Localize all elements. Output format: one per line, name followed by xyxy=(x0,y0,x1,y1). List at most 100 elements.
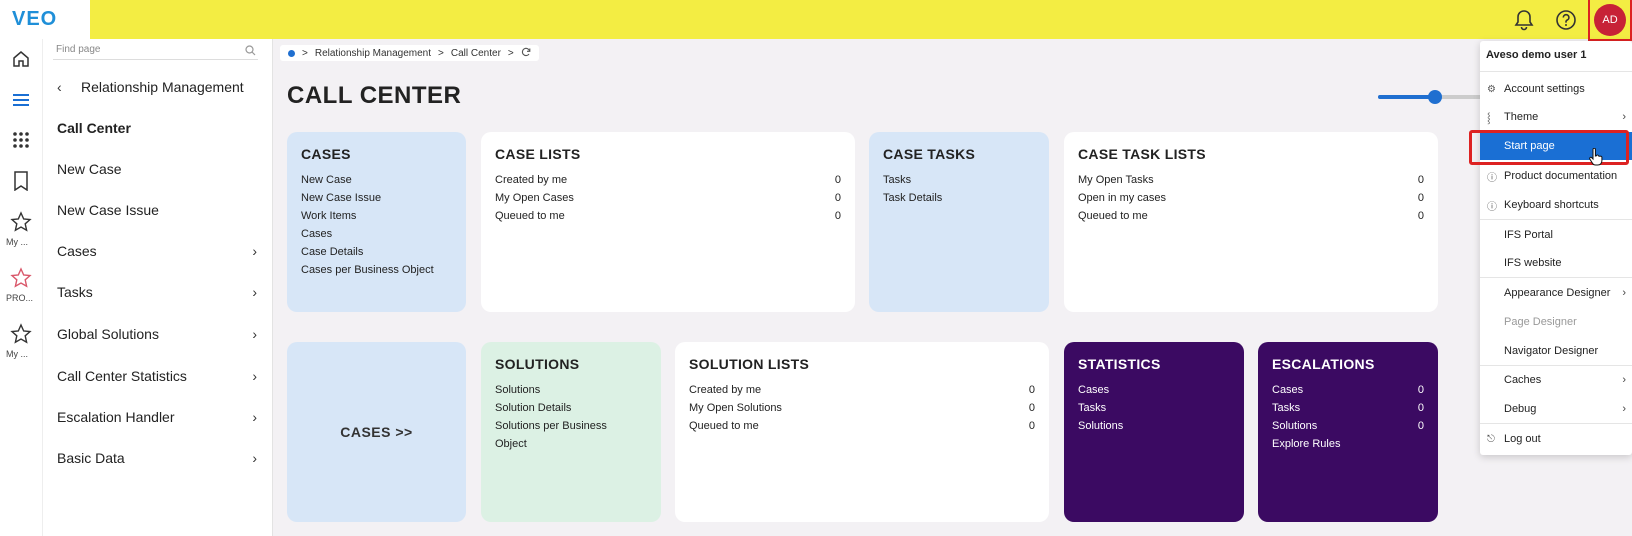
refresh-icon[interactable] xyxy=(521,47,531,60)
nav-item-label: Call Center Statistics xyxy=(57,368,187,384)
help-icon[interactable] xyxy=(1553,7,1579,33)
home-dot-icon[interactable] xyxy=(288,49,295,57)
tile-cases-link[interactable]: CASES >> xyxy=(287,342,466,522)
menu-user-name: Aveso demo user 1 xyxy=(1486,49,1587,61)
menu-item-product-documentation[interactable]: ⓘ Product documentation xyxy=(1480,162,1632,190)
zoom-slider[interactable] xyxy=(1378,90,1482,104)
tile-link[interactable]: New Case xyxy=(301,171,452,189)
tile-row[interactable]: My Open Solutions 0 xyxy=(689,399,1035,417)
star-icon xyxy=(10,211,32,232)
tile-link[interactable]: New Case Issue xyxy=(301,189,452,207)
chevron-left-icon: ‹ xyxy=(57,79,62,95)
tile-link[interactable]: Cases per Business Object xyxy=(301,261,452,279)
tile-row[interactable]: Queued to me 0 xyxy=(1078,207,1424,225)
tile-link[interactable]: Solutions xyxy=(495,381,647,399)
breadcrumb-item[interactable]: Call Center xyxy=(451,48,501,59)
menu-item-ifs-website[interactable]: IFS website xyxy=(1480,249,1632,277)
breadcrumb: > Relationship Management > Call Center … xyxy=(280,45,539,61)
slider-fill xyxy=(1378,95,1436,99)
menu-item-account-settings[interactable]: ⚙ Account settings xyxy=(1480,75,1632,103)
menu-item-log-out[interactable]: ⎋ Log out xyxy=(1480,425,1632,453)
divider xyxy=(1480,423,1632,424)
tile-row[interactable]: Queued to me 0 xyxy=(495,207,841,225)
tile-link[interactable]: Solutions xyxy=(1078,417,1230,435)
nav-item-basic-data[interactable]: Basic Data › xyxy=(57,450,257,466)
menu-icon[interactable] xyxy=(0,90,42,110)
icon-rail: My ... PRO... My ... xyxy=(0,39,42,536)
nav-item-label: Global Solutions xyxy=(57,326,159,342)
favorite-pro-item[interactable]: PRO... xyxy=(0,267,42,303)
slider-handle[interactable] xyxy=(1428,90,1443,104)
tile-link[interactable]: Case Details xyxy=(301,243,452,261)
tile-title: STATISTICS xyxy=(1078,356,1161,372)
breadcrumb-separator: > xyxy=(438,47,444,59)
tile-link[interactable]: Cases xyxy=(1078,381,1230,399)
tile-link[interactable]: Tasks xyxy=(883,171,1035,189)
favorite-my-item[interactable]: My ... xyxy=(0,211,42,247)
user-avatar-button[interactable]: AD xyxy=(1588,0,1632,41)
nav-item-label: Cases xyxy=(57,243,97,259)
tile-row[interactable]: Created by me 0 xyxy=(689,381,1035,399)
tile-link[interactable]: Solution Details xyxy=(495,399,647,417)
tile-row[interactable]: My Open Tasks 0 xyxy=(1078,171,1424,189)
tile-row[interactable]: Created by me 0 xyxy=(495,171,841,189)
tile-case-lists: CASE LISTS Created by me 0 My Open Cases 0… xyxy=(481,132,855,312)
logout-icon: ⎋ xyxy=(1487,433,1495,445)
menu-item-ifs-portal[interactable]: IFS Portal xyxy=(1480,221,1632,249)
menu-item-debug[interactable]: Debug › xyxy=(1480,395,1632,423)
nav-item-label: New Case xyxy=(57,161,122,177)
user-menu: Aveso demo user 1 ⚙ Account settings ⸾ The… xyxy=(1480,41,1632,455)
tile-solutions: SOLUTIONS Solutions Solution Details Sol… xyxy=(481,342,661,522)
breadcrumb-item[interactable]: Relationship Management xyxy=(315,48,431,59)
nav-item-new-case-issue[interactable]: New Case Issue xyxy=(57,202,257,218)
tile-title: CASES xyxy=(301,146,351,162)
tile-row[interactable]: My Open Cases 0 xyxy=(495,189,841,207)
tile-link[interactable]: Cases xyxy=(301,225,452,243)
chevron-right-icon: › xyxy=(1622,403,1626,415)
tile-case-tasks: CASE TASKS Tasks Task Details xyxy=(869,132,1049,312)
tile-row[interactable]: Open in my cases 0 xyxy=(1078,189,1424,207)
menu-item-caches[interactable]: Caches › xyxy=(1480,366,1632,394)
menu-item-keyboard-shortcuts[interactable]: ⓘ Keyboard shortcuts xyxy=(1480,191,1632,219)
tile-row[interactable]: Tasks 0 xyxy=(1272,399,1424,417)
nav-item-cases[interactable]: Cases › xyxy=(57,243,257,259)
tile-link[interactable]: Work Items xyxy=(301,207,452,225)
highlight-box xyxy=(1469,130,1629,165)
nav-item-global-solutions[interactable]: Global Solutions › xyxy=(57,326,257,342)
tile-solution-lists: SOLUTION LISTS Created by me 0 My Open So… xyxy=(675,342,1049,522)
menu-item-page-designer: Page Designer xyxy=(1504,316,1577,328)
tile-link[interactable]: Object xyxy=(495,435,647,453)
nav-back-button[interactable]: ‹ Relationship Management xyxy=(57,79,244,95)
nav-item-label: Tasks xyxy=(57,284,93,300)
rail-label-my: My ... xyxy=(6,237,28,247)
menu-item-appearance-designer[interactable]: Appearance Designer › xyxy=(1480,279,1632,307)
nav-item-call-center[interactable]: Call Center xyxy=(57,120,257,136)
tile-link[interactable]: Task Details xyxy=(883,189,1035,207)
favorite-my-item-2[interactable]: My ... xyxy=(0,323,42,359)
home-icon[interactable] xyxy=(0,49,42,69)
tile-row[interactable]: Queued to me 0 xyxy=(689,417,1035,435)
tile-escalations: ESCALATIONS Cases 0 Tasks 0 Solutions 0 Exp… xyxy=(1258,342,1438,522)
nav-item-call-center-statistics[interactable]: Call Center Statistics › xyxy=(57,368,257,384)
nav-item-tasks[interactable]: Tasks › xyxy=(57,284,257,300)
chevron-right-icon: › xyxy=(252,450,257,466)
tile-link[interactable]: Solutions per Business xyxy=(495,417,647,435)
menu-item-navigator-designer[interactable]: Navigator Designer xyxy=(1480,337,1632,365)
logo-area[interactable]: VEO xyxy=(0,0,90,39)
tile-title: CASE TASK LISTS xyxy=(1078,146,1206,162)
tile-title: CASE TASKS xyxy=(883,146,976,162)
find-page-input[interactable]: Find page xyxy=(53,44,258,60)
tile-row[interactable]: Solutions 0 xyxy=(1272,417,1424,435)
bookmark-icon[interactable] xyxy=(0,171,42,191)
menu-item-theme[interactable]: ⸾ Theme › xyxy=(1480,103,1632,131)
tile-row[interactable]: Explore Rules xyxy=(1272,435,1424,453)
nav-item-new-case[interactable]: New Case xyxy=(57,161,257,177)
apps-grid-icon[interactable] xyxy=(0,131,42,149)
tile-title: CASE LISTS xyxy=(495,146,581,162)
bell-icon[interactable] xyxy=(1511,7,1537,33)
tile-row[interactable]: Cases 0 xyxy=(1272,381,1424,399)
nav-item-escalation-handler[interactable]: Escalation Handler › xyxy=(57,409,257,425)
divider xyxy=(1480,71,1632,72)
tile-case-task-lists: CASE TASK LISTS My Open Tasks 0 Open in m… xyxy=(1064,132,1438,312)
tile-link[interactable]: Tasks xyxy=(1078,399,1230,417)
